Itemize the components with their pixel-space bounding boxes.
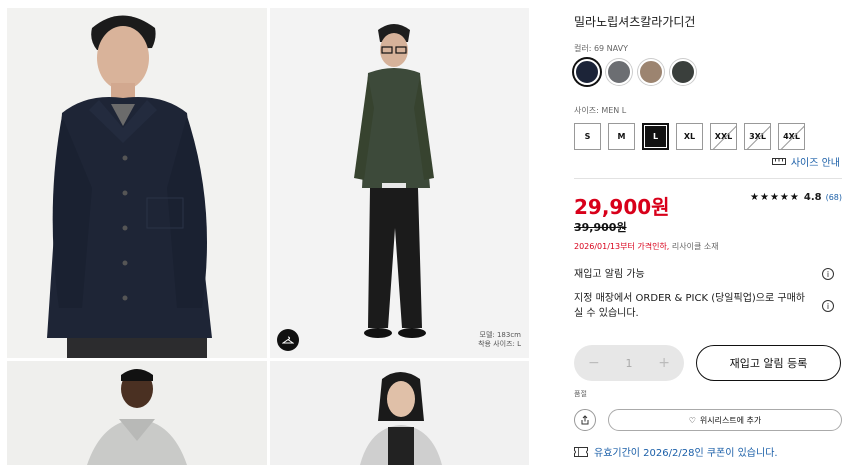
sale-price: 29,900원 xyxy=(574,195,670,219)
size-option-s[interactable]: S xyxy=(574,123,601,150)
quantity-value[interactable]: 1 xyxy=(626,357,633,370)
model-height: 모델: 183cm xyxy=(479,331,522,339)
color-swatch-dark-green[interactable] xyxy=(670,59,696,85)
recycled-material-note: 리사이클 소재 xyxy=(671,242,719,251)
pickup-text: 지정 매장에서 ORDER & PICK (당일픽업)으로 구매하실 수 있습니… xyxy=(574,293,805,319)
share-icon xyxy=(581,415,589,425)
share-button[interactable] xyxy=(574,409,596,431)
original-price: 39,900원 xyxy=(574,221,627,234)
size-label: 사이즈: MEN L xyxy=(574,106,627,115)
size-option-4xl[interactable]: 4XL xyxy=(778,123,805,150)
color-swatch-brown[interactable] xyxy=(638,59,664,85)
color-swatches xyxy=(574,59,696,85)
restock-available-row: 재입고 알림 가능 i xyxy=(574,267,842,282)
coupon-notice[interactable]: 유효기간이 2026/2/28인 쿠폰이 있습니다. xyxy=(574,444,778,459)
size-option-m[interactable]: M xyxy=(608,123,635,150)
wishlist-label: 위시리스트에 추가 xyxy=(699,415,762,425)
coupon-icon xyxy=(574,446,588,457)
color-swatch-gray[interactable] xyxy=(606,59,632,85)
quantity-minus-button[interactable]: − xyxy=(588,355,600,371)
ruler-icon xyxy=(771,158,786,165)
size-option-xxl[interactable]: XXL xyxy=(710,123,737,150)
sold-out-label: 품절 xyxy=(574,390,587,398)
size-option-l[interactable]: L xyxy=(642,123,669,150)
divider xyxy=(574,178,842,179)
size-option-xl[interactable]: XL xyxy=(676,123,703,150)
quantity-plus-button[interactable]: + xyxy=(658,355,670,371)
size-guide-label: 사이즈 안내 xyxy=(790,158,840,169)
info-icon[interactable]: i xyxy=(822,268,834,280)
rating-count[interactable]: (68) xyxy=(826,193,842,202)
rating-stars: ★★★★★ xyxy=(750,192,800,203)
quantity-stepper[interactable]: − 1 + xyxy=(574,345,684,381)
price-drop-notice: 2026/01/13부터 가격인하, xyxy=(574,242,670,251)
hanger-icon[interactable] xyxy=(277,329,299,351)
pickup-row: 지정 매장에서 ORDER & PICK (당일픽업)으로 구매하실 수 있습니… xyxy=(574,291,842,321)
product-image-3[interactable] xyxy=(7,361,267,465)
coupon-text: 유효기간이 2026/2/28인 쿠폰이 있습니다. xyxy=(594,448,778,459)
price-notice: 2026/01/13부터 가격인하, 리사이클 소재 xyxy=(574,241,719,252)
rating-score: 4.8 xyxy=(803,192,822,203)
size-option-3xl[interactable]: 3XL xyxy=(744,123,771,150)
product-page: 모델: 183cm 착용 사이즈: L 밀라노립셔츠칼라가디건 컬러: 69 N… xyxy=(0,0,850,465)
product-image-4[interactable] xyxy=(270,361,529,465)
model-info: 모델: 183cm 착용 사이즈: L xyxy=(478,331,521,349)
color-label: 컬러: 69 NAVY xyxy=(574,44,628,53)
restock-alert-button[interactable]: 재입고 알림 등록 xyxy=(696,345,841,381)
product-image-1[interactable] xyxy=(7,8,267,358)
model-size: 착용 사이즈: L xyxy=(478,340,521,348)
heart-icon: ♡ xyxy=(688,415,696,425)
size-options: S M L XL XXL 3XL 4XL xyxy=(574,123,805,150)
info-icon[interactable]: i xyxy=(822,300,834,312)
size-guide-link[interactable]: 사이즈 안내 xyxy=(771,154,840,169)
rating[interactable]: ★★★★★ 4.8 (68) xyxy=(750,192,842,203)
color-swatch-navy[interactable] xyxy=(574,59,600,85)
restock-available-text: 재입고 알림 가능 xyxy=(574,269,645,280)
product-info-panel: 밀라노립셔츠칼라가디건 컬러: 69 NAVY 사이즈: MEN L S M L… xyxy=(574,0,846,465)
wishlist-button[interactable]: ♡ 위시리스트에 추가 xyxy=(608,409,842,431)
product-gallery: 모델: 183cm 착용 사이즈: L xyxy=(7,8,529,465)
product-title: 밀라노립셔츠칼라가디건 xyxy=(574,15,696,29)
product-image-2[interactable]: 모델: 183cm 착용 사이즈: L xyxy=(270,8,529,358)
